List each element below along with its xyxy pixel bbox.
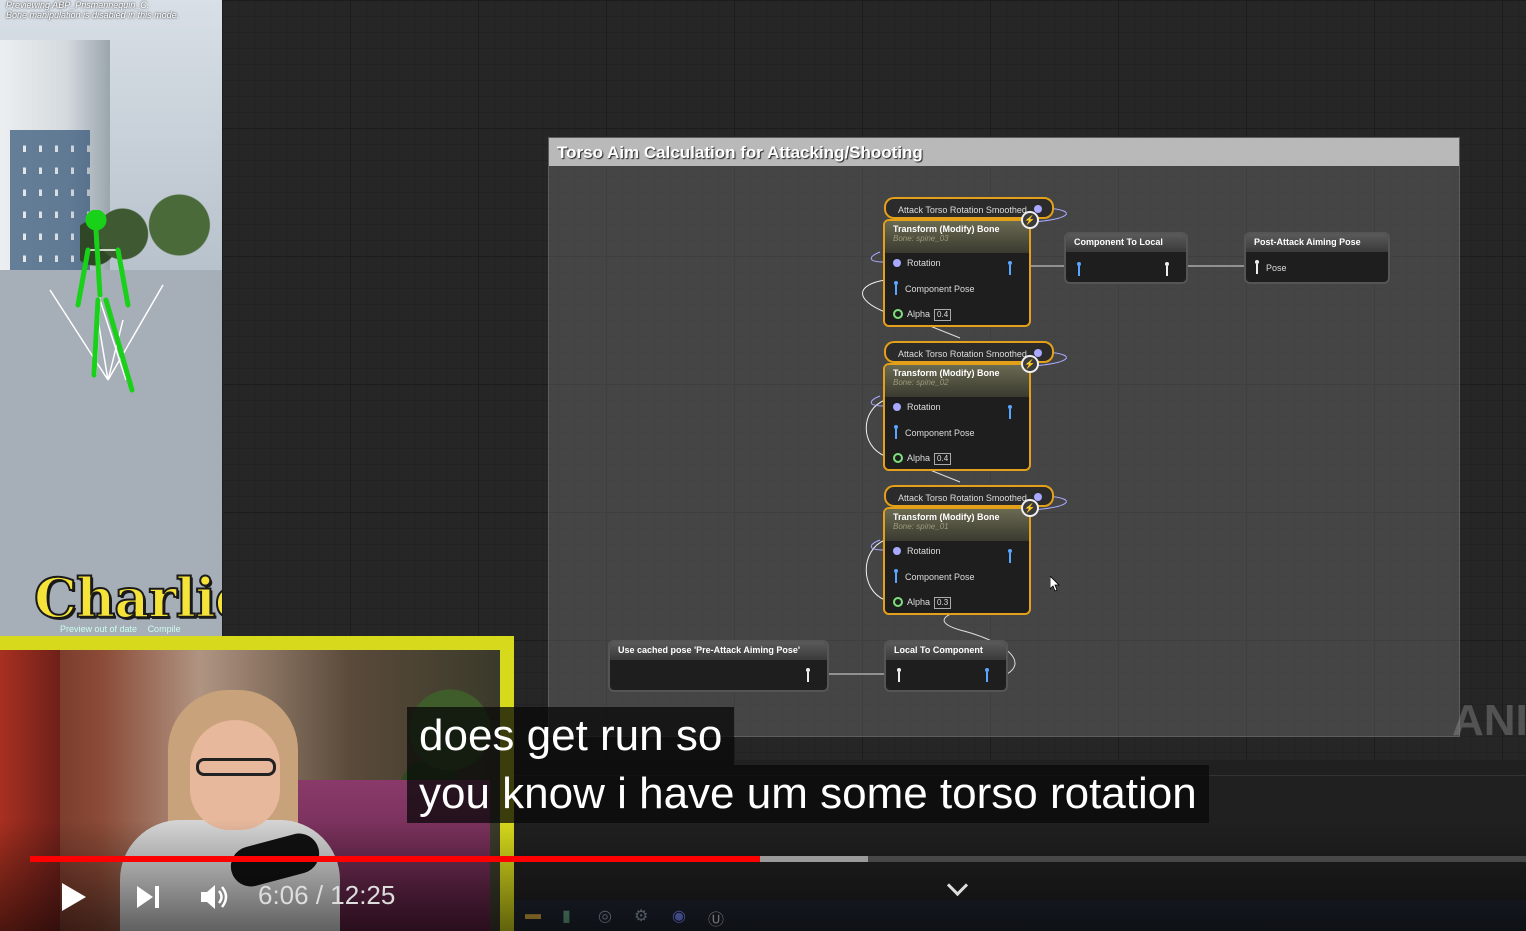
volume-icon[interactable]	[200, 883, 232, 911]
component-pose-pin[interactable]: Component Pose	[893, 569, 975, 583]
alpha-pin[interactable]: Alpha 0.4	[893, 307, 952, 321]
use-cached-pose-node[interactable]: Use cached pose 'Pre-Attack Aiming Pose'	[608, 640, 829, 692]
graph-watermark: ANI	[1452, 696, 1526, 745]
node-title: Component To Local	[1074, 237, 1163, 247]
rotation-pin[interactable]: Rotation	[893, 400, 941, 414]
var-node-label: Attack Torso Rotation Smoothed	[898, 493, 1027, 503]
pin-label: Component Pose	[905, 284, 975, 294]
pose-pin[interactable]: Pose	[1254, 260, 1287, 274]
vector-pin-icon[interactable]	[893, 547, 901, 555]
float-pin-icon[interactable]	[893, 453, 903, 463]
node-bone: Bone: spine_03	[893, 234, 949, 243]
alpha-value-input[interactable]: 0.3	[934, 597, 952, 609]
node-header: Post-Attack Aiming Pose	[1246, 234, 1388, 252]
play-icon[interactable]	[60, 882, 88, 912]
output-pose-pin-icon[interactable]	[1007, 405, 1013, 419]
comment-title[interactable]: Torso Aim Calculation for Attacking/Shoo…	[549, 138, 1459, 166]
viewport-header-line2: Bone manipulation is disabled in this mo…	[6, 10, 180, 20]
node-title: Transform (Modify) Bone	[893, 512, 1000, 522]
player-gradient	[0, 820, 1526, 931]
node-title: Post-Attack Aiming Pose	[1254, 237, 1361, 247]
time-display: 6:06 / 12:25	[258, 880, 396, 910]
node-bone: Bone: spine_02	[893, 378, 949, 387]
pin-label: Component Pose	[905, 428, 975, 438]
output-pose-pin-icon[interactable]	[1007, 549, 1013, 563]
pin-label: Rotation	[907, 402, 941, 412]
node-title: Use cached pose 'Pre-Attack Aiming Pose'	[618, 645, 801, 655]
float-pin-icon[interactable]	[893, 309, 903, 319]
component-pose-pin[interactable]: Component Pose	[893, 425, 975, 439]
subtitle-line-2: you know i have um some torso rotation	[407, 765, 1209, 823]
pose-pin-icon[interactable]	[893, 281, 899, 295]
node-header: Local To Component	[886, 642, 1006, 660]
pin-label: Alpha	[907, 597, 931, 607]
pin-label: Pose	[1266, 263, 1287, 273]
rotation-pin[interactable]: Rotation	[893, 256, 941, 270]
channel-brand-text: Charlie	[33, 565, 222, 631]
post-attack-aiming-pose-node[interactable]: Post-Attack Aiming Pose Pose	[1244, 232, 1390, 284]
pin-label: Rotation	[907, 546, 941, 556]
input-pose-pin-icon[interactable]	[896, 668, 902, 682]
var-node-label: Attack Torso Rotation Smoothed	[898, 205, 1027, 215]
transform-modify-bone-node-3[interactable]: Transform (Modify) Bone Bone: spine_01 R…	[883, 507, 1031, 615]
local-to-component-node[interactable]: Local To Component	[884, 640, 1008, 692]
pose-pin-icon[interactable]	[1254, 260, 1260, 274]
pin-label: Component Pose	[905, 572, 975, 582]
output-pose-pin-icon[interactable]	[805, 668, 811, 682]
preview-out-of-date[interactable]: Preview out of date	[60, 624, 137, 634]
lightning-icon: ⚡	[1021, 211, 1039, 229]
input-pose-pin-icon[interactable]	[1076, 262, 1082, 276]
viewport-header: Previewing ABP_Prismannequin_C. Bone man…	[6, 0, 179, 20]
rotation-pin[interactable]: Rotation	[893, 544, 941, 558]
progress-played[interactable]	[30, 856, 761, 862]
subtitle-line-1: does get run so	[407, 707, 735, 765]
output-pose-pin-icon[interactable]	[1164, 262, 1170, 276]
node-title: Transform (Modify) Bone	[893, 368, 1000, 378]
var-node-label: Attack Torso Rotation Smoothed	[898, 349, 1027, 359]
viewport-status: Preview out of date Compile	[60, 624, 189, 634]
preview-viewport[interactable]: Previewing ABP_Prismannequin_C. Bone man…	[0, 0, 222, 640]
component-pose-pin[interactable]: Component Pose	[893, 281, 975, 295]
node-header: Transform (Modify) Bone Bone: spine_01	[885, 509, 1029, 541]
node-header: Transform (Modify) Bone Bone: spine_02	[885, 365, 1029, 397]
compile-status[interactable]: Compile	[148, 624, 181, 634]
pose-pin-icon[interactable]	[893, 425, 899, 439]
lightning-icon: ⚡	[1021, 355, 1039, 373]
node-bone: Bone: spine_01	[893, 522, 949, 531]
alpha-pin[interactable]: Alpha 0.3	[893, 595, 952, 609]
transform-modify-bone-node-2[interactable]: Transform (Modify) Bone Bone: spine_02 R…	[883, 363, 1031, 471]
vector-pin-icon[interactable]	[893, 403, 901, 411]
node-header: Transform (Modify) Bone Bone: spine_03	[885, 221, 1029, 253]
output-pose-pin-icon[interactable]	[1007, 261, 1013, 275]
alpha-value-input[interactable]: 0.4	[934, 309, 952, 321]
component-to-local-node[interactable]: Component To Local	[1064, 232, 1188, 284]
node-header: Component To Local	[1066, 234, 1186, 252]
lightning-icon: ⚡	[1021, 499, 1039, 517]
skeleton-preview-figure	[49, 210, 164, 393]
next-icon[interactable]	[136, 885, 162, 909]
pose-pin-icon[interactable]	[893, 569, 899, 583]
viewport-header-line1: Previewing ABP_Prismannequin_C.	[6, 0, 150, 10]
alpha-value-input[interactable]: 0.4	[934, 453, 952, 465]
vector-pin-icon[interactable]	[893, 259, 901, 267]
node-header: Use cached pose 'Pre-Attack Aiming Pose'	[610, 642, 827, 660]
node-title: Local To Component	[894, 645, 983, 655]
pin-label: Alpha	[907, 309, 931, 319]
pin-label: Rotation	[907, 258, 941, 268]
pin-label: Alpha	[907, 453, 931, 463]
float-pin-icon[interactable]	[893, 597, 903, 607]
node-title: Transform (Modify) Bone	[893, 224, 1000, 234]
output-pose-pin-icon[interactable]	[984, 668, 990, 682]
mouse-cursor-icon	[1050, 576, 1060, 592]
alpha-pin[interactable]: Alpha 0.4	[893, 451, 952, 465]
transform-modify-bone-node-1[interactable]: Transform (Modify) Bone Bone: spine_03 R…	[883, 219, 1031, 327]
